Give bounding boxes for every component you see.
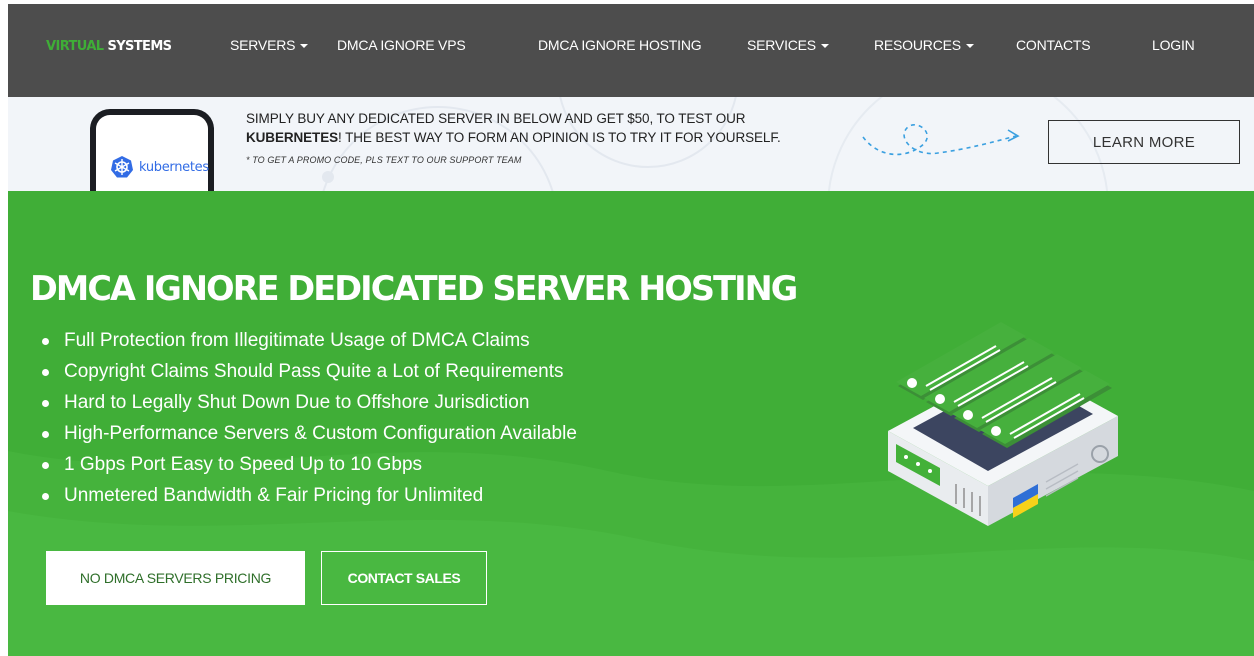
- promo-banner: kubernetes SIMPLY BUY ANY DEDICATED SERV…: [8, 97, 1254, 191]
- server-rack-illustration: [888, 322, 1118, 526]
- contact-sales-button[interactable]: CONTACT SALES: [321, 551, 487, 605]
- feature-list: Full Protection from Illegitimate Usage …: [40, 325, 577, 511]
- promo-line-2-rest: ! THE BEST WAY TO FORM AN OPINION IS TO …: [338, 130, 781, 145]
- nav-login[interactable]: LOGIN: [1152, 37, 1195, 53]
- nav-servers-label: SERVERS: [230, 37, 296, 53]
- logo-part-virtual: VIRTUAL: [46, 39, 104, 54]
- nav-dmca-ignore-hosting[interactable]: DMCA IGNORE HOSTING: [538, 37, 702, 53]
- promo-line-2: KUBERNETES! THE BEST WAY TO FORM AN OPIN…: [246, 128, 781, 147]
- nav-resources-label: RESOURCES: [874, 37, 961, 53]
- phone-mockup: kubernetes: [90, 109, 214, 191]
- site-logo[interactable]: VIRTUAL SYSTEMS: [46, 39, 172, 54]
- chevron-down-icon: [300, 44, 309, 49]
- kubernetes-icon: [111, 156, 133, 178]
- chevron-down-icon: [965, 44, 974, 49]
- phone-screen: kubernetes: [96, 115, 209, 191]
- no-dmca-servers-pricing-button[interactable]: NO DMCA SERVERS PRICING: [46, 551, 305, 605]
- nav-resources[interactable]: RESOURCES: [874, 37, 974, 53]
- learn-more-button[interactable]: LEARN MORE: [1048, 120, 1240, 164]
- feature-item: Hard to Legally Shut Down Due to Offshor…: [40, 387, 577, 418]
- nav-contacts-label: CONTACTS: [1016, 37, 1091, 53]
- dotted-arrow-icon: [862, 124, 1020, 156]
- hero-section: DMCA IGNORE DEDICATED SERVER HOSTING Ful…: [8, 191, 1254, 656]
- top-navbar: VIRTUAL SYSTEMS SERVERS DMCA IGNORE VPS …: [8, 4, 1254, 97]
- nav-dmca-ignore-hosting-label: DMCA IGNORE HOSTING: [538, 37, 702, 53]
- promo-footnote: * TO GET A PROMO CODE, PLS TEXT TO OUR S…: [246, 155, 522, 165]
- promo-line-1: SIMPLY BUY ANY DEDICATED SERVER IN BELOW…: [246, 111, 746, 126]
- feature-item: 1 Gbps Port Easy to Speed Up to 10 Gbps: [40, 449, 577, 480]
- hero-title: DMCA IGNORE DEDICATED SERVER HOSTING: [30, 269, 798, 308]
- promo-message: SIMPLY BUY ANY DEDICATED SERVER IN BELOW…: [246, 109, 781, 147]
- feature-item: Copyright Claims Should Pass Quite a Lot…: [40, 356, 577, 387]
- phone-kubernetes-label: kubernetes: [139, 160, 209, 175]
- nav-servers[interactable]: SERVERS: [230, 37, 309, 53]
- chevron-down-icon: [820, 44, 829, 49]
- nav-dmca-ignore-vps[interactable]: DMCA IGNORE VPS: [337, 37, 466, 53]
- nav-services[interactable]: SERVICES: [747, 37, 829, 53]
- feature-item: Full Protection from Illegitimate Usage …: [40, 325, 577, 356]
- logo-part-systems: SYSTEMS: [107, 39, 172, 54]
- nav-login-label: LOGIN: [1152, 37, 1195, 53]
- nav-services-label: SERVICES: [747, 37, 816, 53]
- feature-item: High-Performance Servers & Custom Config…: [40, 418, 577, 449]
- feature-item: Unmetered Bandwidth & Fair Pricing for U…: [40, 480, 577, 511]
- nav-contacts[interactable]: CONTACTS: [1016, 37, 1091, 53]
- nav-dmca-ignore-vps-label: DMCA IGNORE VPS: [337, 37, 466, 53]
- promo-kubernetes-highlight: KUBERNETES: [246, 130, 339, 145]
